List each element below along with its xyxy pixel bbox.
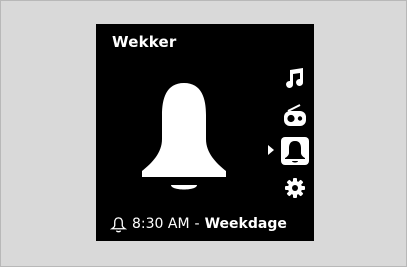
alarm-days: Weekdage: [204, 216, 287, 232]
bell-outline-icon: [110, 216, 127, 232]
alarm-bell-icon: [142, 83, 226, 190]
alarm-status: 8:30 AM - Weekdage: [110, 214, 310, 234]
status-separator: -: [194, 216, 200, 232]
device-screen: Wekker 8:30 AM - Weekdage: [96, 24, 314, 241]
screen-title: Wekker: [112, 33, 177, 51]
alarm-bell-icon[interactable]: [280, 136, 310, 166]
radio-icon[interactable]: [282, 102, 308, 128]
music-note-icon[interactable]: [284, 67, 306, 89]
alarm-time: 8:30 AM: [132, 216, 190, 232]
selection-pointer: [268, 145, 274, 155]
gear-icon[interactable]: [284, 177, 306, 199]
